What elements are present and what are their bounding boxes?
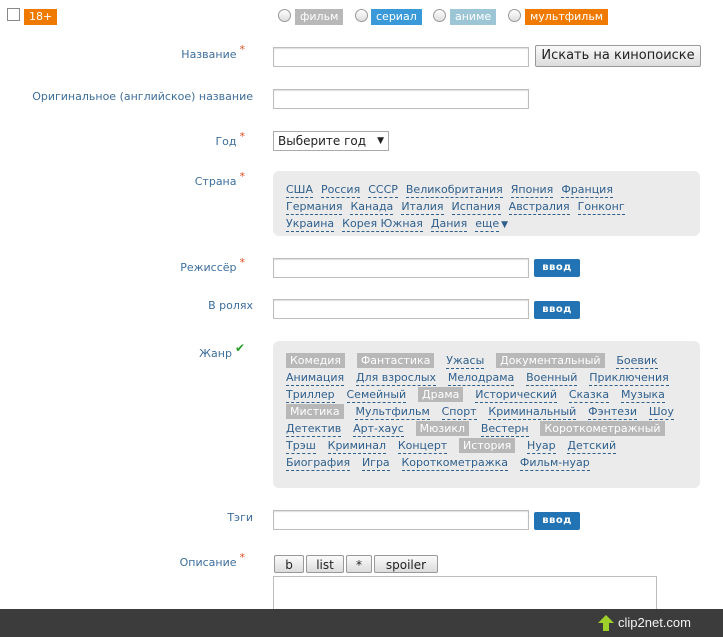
country-link[interactable]: Украина [286, 216, 335, 232]
check-icon: ✔ [234, 341, 245, 355]
more-countries-link[interactable]: еще [475, 216, 500, 232]
country-link[interactable]: Гонконг [577, 199, 625, 215]
format-bold-button[interactable]: b [274, 555, 304, 573]
genre-tag[interactable]: Анимация [286, 370, 345, 386]
genre-tag[interactable]: Приключения [589, 370, 669, 386]
footer-brand: clip2net.com [618, 615, 691, 630]
format-list-button[interactable]: list [306, 555, 344, 573]
age-badge: 18+ [24, 9, 58, 25]
cast-label: В ролях [208, 299, 253, 312]
cast-input[interactable] [273, 299, 529, 319]
genre-tag[interactable]: Мелодрама [447, 370, 515, 386]
orig-title-label: Оригинальное (английское) название [32, 90, 253, 103]
type-label-anime[interactable]: аниме [450, 9, 497, 25]
country-link[interactable]: Великобритания [405, 182, 503, 198]
upload-arrow-icon [597, 614, 615, 632]
genre-tag[interactable]: Короткометражный [540, 421, 665, 436]
title-input[interactable] [273, 47, 529, 67]
genre-tag[interactable]: Документальный [496, 353, 605, 368]
search-kinopoisk-button[interactable]: Искать на кинопоиске [535, 45, 701, 67]
genre-tag[interactable]: Музыка [621, 387, 665, 403]
genre-tag[interactable]: История [459, 438, 516, 453]
tags-input[interactable] [273, 510, 529, 530]
director-label: Режиссёр * [180, 256, 245, 274]
genre-tag[interactable]: Короткометражка [401, 455, 509, 471]
genre-tag[interactable]: Спорт [441, 404, 477, 420]
country-link[interactable]: Германия [286, 199, 343, 215]
cast-enter-button[interactable]: ввод [534, 301, 580, 319]
genre-tag[interactable]: Концерт [397, 438, 448, 454]
genre-tag[interactable]: Криминал [327, 438, 386, 454]
country-panel: США Россия СССР Великобритания Япония Франция… [273, 171, 700, 236]
genre-panel: Комедия Фантастика Ужасы Документальный … [273, 341, 700, 488]
format-spoiler-button[interactable]: spoiler [374, 555, 438, 573]
tags-enter-button[interactable]: ввод [534, 512, 580, 530]
country-link[interactable]: Япония [510, 182, 554, 198]
genre-tag[interactable]: Военный [526, 370, 578, 386]
genre-tag[interactable]: Детский [567, 438, 617, 454]
genre-tag[interactable]: Для взрослых [356, 370, 437, 386]
type-radio-film[interactable] [278, 9, 291, 25]
genre-tag[interactable]: Комедия [286, 353, 345, 368]
country-link[interactable]: Корея Южная [342, 216, 423, 232]
country-link[interactable]: СССР [368, 182, 398, 198]
tags-label: Тэги [227, 511, 253, 524]
genre-tag[interactable]: Триллер [286, 387, 335, 403]
title-label: Название * [181, 43, 245, 61]
genre-tag[interactable]: Ужасы [446, 353, 485, 369]
age-checkbox[interactable] [7, 8, 20, 21]
genre-tag[interactable]: Семейный [346, 387, 407, 403]
country-link[interactable]: Франция [561, 182, 613, 198]
genre-tag[interactable]: Вестерн [480, 421, 529, 437]
country-link[interactable]: Россия [320, 182, 361, 198]
genre-tag[interactable]: Биография [286, 455, 351, 471]
country-link[interactable]: Испания [451, 199, 501, 215]
chevron-down-icon: ▼ [377, 136, 384, 146]
director-enter-button[interactable]: ввод [534, 259, 580, 277]
country-link[interactable]: Дания [430, 216, 468, 232]
description-label: Описание * [179, 551, 245, 569]
type-radio-anime[interactable] [433, 9, 446, 25]
genre-tag[interactable]: Сказка [568, 387, 610, 403]
type-label-cartoon[interactable]: мультфильм [525, 9, 609, 25]
type-radio-serial[interactable] [355, 9, 368, 25]
year-label: Год * [215, 130, 245, 148]
type-label-serial[interactable]: сериал [371, 9, 422, 25]
genre-tag[interactable]: Фильм-нуар [519, 455, 590, 471]
genre-tag[interactable]: Исторический [475, 387, 558, 403]
genre-tag[interactable]: Нуар [527, 438, 556, 454]
genre-tag[interactable]: Криминальный [488, 404, 577, 420]
year-select[interactable]: Выберите год ▼ [273, 131, 389, 151]
genre-tag[interactable]: Фантастика [356, 353, 435, 368]
footer-bar: clip2net.com [0, 609, 723, 637]
type-label-film[interactable]: фильм [295, 9, 344, 25]
type-radio-cartoon[interactable] [508, 9, 521, 25]
genre-tag[interactable]: Мультфильм [355, 404, 430, 420]
genre-tag[interactable]: Трэш [286, 438, 316, 454]
genre-tag[interactable]: Шоу [648, 404, 674, 420]
more-arrow-icon: ▼ [501, 220, 509, 230]
genre-label: Жанр ✔ [199, 341, 245, 360]
director-input[interactable] [273, 258, 529, 278]
genre-tag[interactable]: Драма [418, 387, 464, 402]
genre-tag[interactable]: Игра [361, 455, 390, 471]
genre-tag[interactable]: Детектив [286, 421, 342, 437]
country-label: Страна * [194, 170, 245, 188]
genre-tag[interactable]: Фэнтези [588, 404, 637, 420]
country-link[interactable]: Канада [350, 199, 394, 215]
country-link[interactable]: США [286, 182, 313, 198]
genre-tag[interactable]: Мюзикл [415, 421, 470, 436]
genre-tag[interactable]: Арт-хаус [353, 421, 404, 437]
country-link[interactable]: Италия [401, 199, 444, 215]
format-star-button[interactable]: * [346, 555, 372, 573]
orig-title-input[interactable] [273, 89, 529, 109]
genre-tag[interactable]: Мистика [286, 404, 344, 419]
country-link[interactable]: Австралия [508, 199, 570, 215]
genre-tag[interactable]: Боевик [616, 353, 658, 369]
